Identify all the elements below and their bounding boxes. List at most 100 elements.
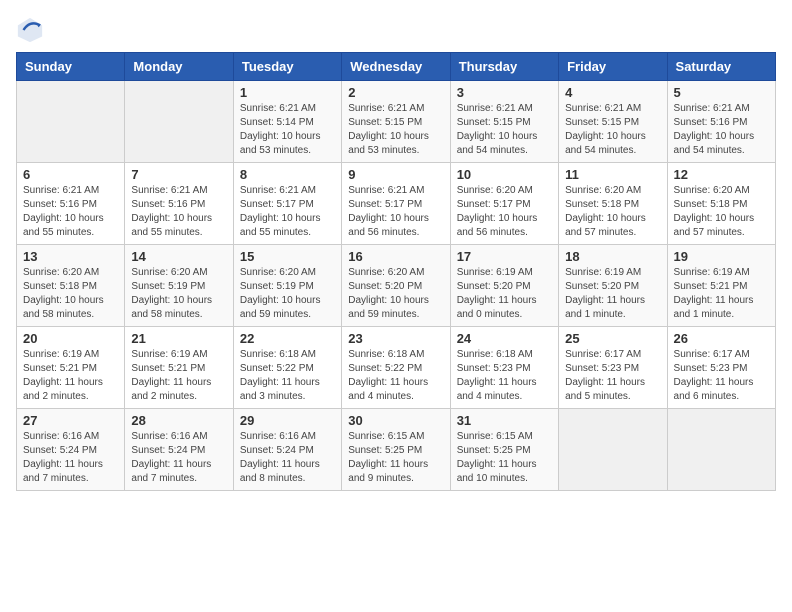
calendar-cell: 8Sunrise: 6:21 AM Sunset: 5:17 PM Daylig… xyxy=(233,163,341,245)
weekday-header-row: SundayMondayTuesdayWednesdayThursdayFrid… xyxy=(17,53,776,81)
day-number: 25 xyxy=(565,331,660,346)
day-info: Sunrise: 6:20 AM Sunset: 5:19 PM Dayligh… xyxy=(240,266,335,322)
calendar-cell xyxy=(17,81,125,163)
day-info: Sunrise: 6:20 AM Sunset: 5:19 PM Dayligh… xyxy=(131,266,226,322)
calendar-cell: 11Sunrise: 6:20 AM Sunset: 5:18 PM Dayli… xyxy=(559,163,667,245)
day-number: 23 xyxy=(348,331,443,346)
calendar-cell: 5 Sunrise: 6:21 AM Sunset: 5:16 PM Daylig… xyxy=(667,81,775,163)
calendar-cell: 6 Sunrise: 6:21 AM Sunset: 5:16 PM Daylig… xyxy=(17,163,125,245)
day-number: 9 xyxy=(348,167,443,182)
weekday-header-wednesday: Wednesday xyxy=(342,53,450,81)
calendar-cell: 14Sunrise: 6:20 AM Sunset: 5:19 PM Dayli… xyxy=(125,245,233,327)
day-info: Sunrise: 6:20 AM Sunset: 5:18 PM Dayligh… xyxy=(674,184,769,240)
day-info: Sunrise: 6:17 AM Sunset: 5:23 PM Dayligh… xyxy=(565,348,660,404)
weekday-header-thursday: Thursday xyxy=(450,53,558,81)
day-info: Sunrise: 6:17 AM Sunset: 5:23 PM Dayligh… xyxy=(674,348,769,404)
calendar-cell: 7 Sunrise: 6:21 AM Sunset: 5:16 PM Daylig… xyxy=(125,163,233,245)
day-info: Sunrise: 6:21 AM Sunset: 5:16 PM Dayligh… xyxy=(23,184,118,240)
day-info: Sunrise: 6:19 AM Sunset: 5:20 PM Dayligh… xyxy=(457,266,552,322)
day-number: 20 xyxy=(23,331,118,346)
calendar-cell: 26 Sunrise: 6:17 AM Sunset: 5:23 PM Dayli… xyxy=(667,327,775,409)
day-number: 2 xyxy=(348,85,443,100)
day-info: Sunrise: 6:21 AM Sunset: 5:14 PM Dayligh… xyxy=(240,102,335,158)
day-number: 16 xyxy=(348,249,443,264)
day-number: 29 xyxy=(240,413,335,428)
calendar-cell xyxy=(125,81,233,163)
calendar-cell: 29 Sunrise: 6:16 AM Sunset: 5:24 PM Dayli… xyxy=(233,409,341,491)
page-header xyxy=(16,16,776,44)
weekday-header-sunday: Sunday xyxy=(17,53,125,81)
day-info: Sunrise: 6:20 AM Sunset: 5:17 PM Dayligh… xyxy=(457,184,552,240)
day-number: 28 xyxy=(131,413,226,428)
calendar-cell: 17 Sunrise: 6:19 AM Sunset: 5:20 PM Dayli… xyxy=(450,245,558,327)
calendar-cell: 22 Sunrise: 6:18 AM Sunset: 5:22 PM Dayli… xyxy=(233,327,341,409)
day-number: 3 xyxy=(457,85,552,100)
day-info: Sunrise: 6:15 AM Sunset: 5:25 PM Dayligh… xyxy=(348,430,443,486)
calendar-cell: 19 Sunrise: 6:19 AM Sunset: 5:21 PM Dayli… xyxy=(667,245,775,327)
day-info: Sunrise: 6:19 AM Sunset: 5:21 PM Dayligh… xyxy=(674,266,769,322)
logo-icon xyxy=(16,16,44,44)
day-number: 21 xyxy=(131,331,226,346)
day-info: Sunrise: 6:19 AM Sunset: 5:20 PM Dayligh… xyxy=(565,266,660,322)
calendar-cell: 28Sunrise: 6:16 AM Sunset: 5:24 PM Dayli… xyxy=(125,409,233,491)
day-number: 5 xyxy=(674,85,769,100)
day-number: 6 xyxy=(23,167,118,182)
calendar-cell: 18Sunrise: 6:19 AM Sunset: 5:20 PM Dayli… xyxy=(559,245,667,327)
day-number: 19 xyxy=(674,249,769,264)
calendar-week-row: 6 Sunrise: 6:21 AM Sunset: 5:16 PM Daylig… xyxy=(17,163,776,245)
day-number: 26 xyxy=(674,331,769,346)
calendar-week-row: 20 Sunrise: 6:19 AM Sunset: 5:21 PM Dayli… xyxy=(17,327,776,409)
weekday-header-saturday: Saturday xyxy=(667,53,775,81)
calendar-cell: 30 Sunrise: 6:15 AM Sunset: 5:25 PM Dayli… xyxy=(342,409,450,491)
day-info: Sunrise: 6:16 AM Sunset: 5:24 PM Dayligh… xyxy=(240,430,335,486)
day-number: 27 xyxy=(23,413,118,428)
day-number: 17 xyxy=(457,249,552,264)
day-info: Sunrise: 6:21 AM Sunset: 5:17 PM Dayligh… xyxy=(348,184,443,240)
day-info: Sunrise: 6:18 AM Sunset: 5:23 PM Dayligh… xyxy=(457,348,552,404)
day-number: 24 xyxy=(457,331,552,346)
calendar-cell: 23Sunrise: 6:18 AM Sunset: 5:22 PM Dayli… xyxy=(342,327,450,409)
day-number: 13 xyxy=(23,249,118,264)
calendar-cell: 16 Sunrise: 6:20 AM Sunset: 5:20 PM Dayli… xyxy=(342,245,450,327)
calendar-week-row: 27 Sunrise: 6:16 AM Sunset: 5:24 PM Dayli… xyxy=(17,409,776,491)
day-info: Sunrise: 6:21 AM Sunset: 5:17 PM Dayligh… xyxy=(240,184,335,240)
calendar-cell: 24 Sunrise: 6:18 AM Sunset: 5:23 PM Dayli… xyxy=(450,327,558,409)
day-info: Sunrise: 6:19 AM Sunset: 5:21 PM Dayligh… xyxy=(131,348,226,404)
weekday-header-friday: Friday xyxy=(559,53,667,81)
calendar-cell xyxy=(559,409,667,491)
day-info: Sunrise: 6:21 AM Sunset: 5:16 PM Dayligh… xyxy=(674,102,769,158)
day-info: Sunrise: 6:18 AM Sunset: 5:22 PM Dayligh… xyxy=(240,348,335,404)
calendar-cell: 20 Sunrise: 6:19 AM Sunset: 5:21 PM Dayli… xyxy=(17,327,125,409)
calendar-cell: 15 Sunrise: 6:20 AM Sunset: 5:19 PM Dayli… xyxy=(233,245,341,327)
day-number: 15 xyxy=(240,249,335,264)
calendar-cell xyxy=(667,409,775,491)
day-number: 4 xyxy=(565,85,660,100)
calendar-cell: 3Sunrise: 6:21 AM Sunset: 5:15 PM Daylig… xyxy=(450,81,558,163)
calendar-cell: 2Sunrise: 6:21 AM Sunset: 5:15 PM Daylig… xyxy=(342,81,450,163)
day-info: Sunrise: 6:19 AM Sunset: 5:21 PM Dayligh… xyxy=(23,348,118,404)
logo xyxy=(16,16,48,44)
day-number: 31 xyxy=(457,413,552,428)
weekday-header-monday: Monday xyxy=(125,53,233,81)
day-info: Sunrise: 6:21 AM Sunset: 5:16 PM Dayligh… xyxy=(131,184,226,240)
day-number: 22 xyxy=(240,331,335,346)
calendar-cell: 25 Sunrise: 6:17 AM Sunset: 5:23 PM Dayli… xyxy=(559,327,667,409)
day-number: 1 xyxy=(240,85,335,100)
day-number: 7 xyxy=(131,167,226,182)
calendar-cell: 12 Sunrise: 6:20 AM Sunset: 5:18 PM Dayli… xyxy=(667,163,775,245)
day-info: Sunrise: 6:21 AM Sunset: 5:15 PM Dayligh… xyxy=(565,102,660,158)
day-number: 10 xyxy=(457,167,552,182)
day-number: 30 xyxy=(348,413,443,428)
day-number: 12 xyxy=(674,167,769,182)
calendar-cell: 21 Sunrise: 6:19 AM Sunset: 5:21 PM Dayli… xyxy=(125,327,233,409)
calendar-cell: 9 Sunrise: 6:21 AM Sunset: 5:17 PM Daylig… xyxy=(342,163,450,245)
day-info: Sunrise: 6:20 AM Sunset: 5:18 PM Dayligh… xyxy=(23,266,118,322)
calendar-cell: 10 Sunrise: 6:20 AM Sunset: 5:17 PM Dayli… xyxy=(450,163,558,245)
calendar-week-row: 13 Sunrise: 6:20 AM Sunset: 5:18 PM Dayli… xyxy=(17,245,776,327)
calendar-week-row: 1 Sunrise: 6:21 AM Sunset: 5:14 PM Daylig… xyxy=(17,81,776,163)
day-info: Sunrise: 6:20 AM Sunset: 5:20 PM Dayligh… xyxy=(348,266,443,322)
calendar-cell: 31Sunrise: 6:15 AM Sunset: 5:25 PM Dayli… xyxy=(450,409,558,491)
calendar-cell: 1 Sunrise: 6:21 AM Sunset: 5:14 PM Daylig… xyxy=(233,81,341,163)
day-info: Sunrise: 6:20 AM Sunset: 5:18 PM Dayligh… xyxy=(565,184,660,240)
calendar-cell: 4 Sunrise: 6:21 AM Sunset: 5:15 PM Daylig… xyxy=(559,81,667,163)
